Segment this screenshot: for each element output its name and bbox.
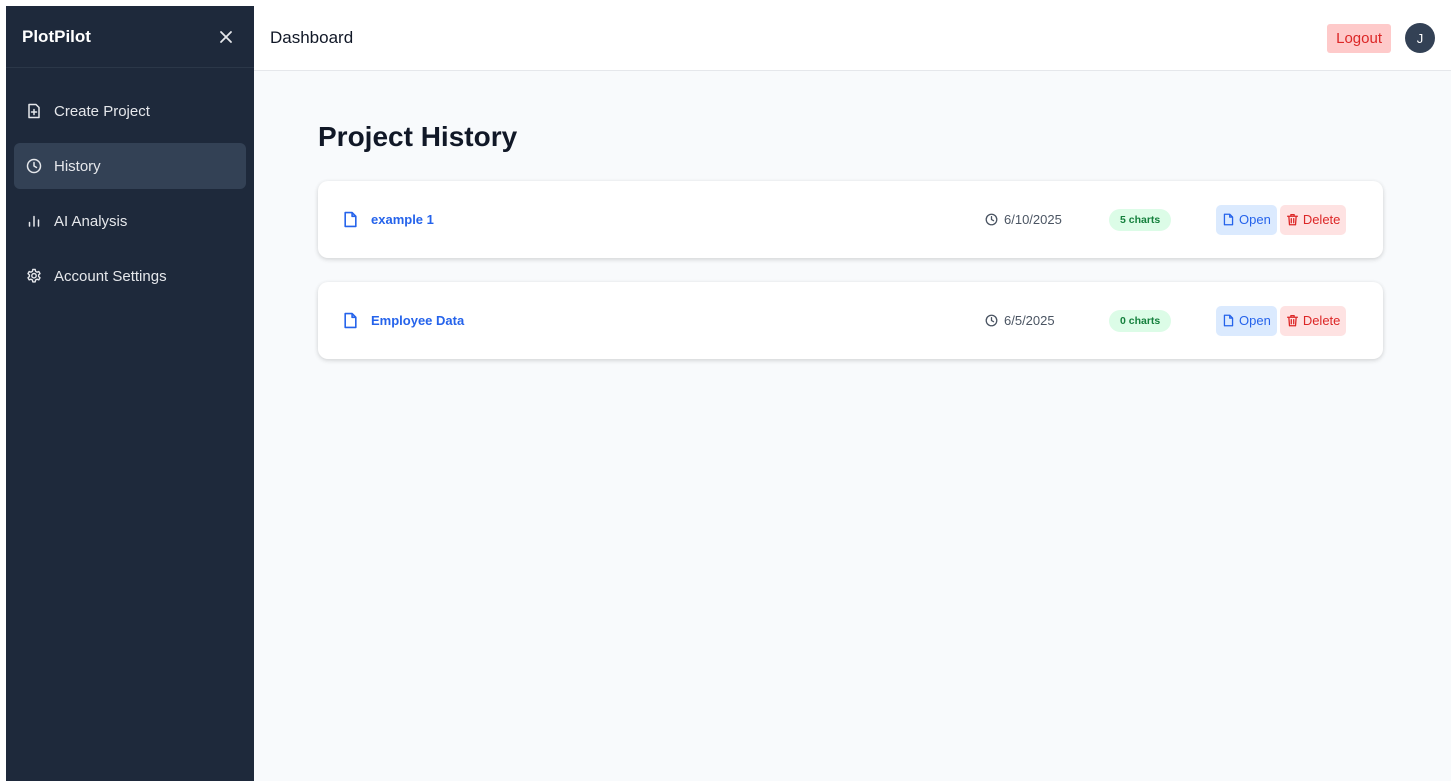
project-date-text: 6/5/2025 [1004,313,1055,328]
close-icon[interactable] [216,27,236,47]
file-icon [1223,314,1234,327]
sidebar-item-create-project[interactable]: Create Project [14,88,246,134]
file-plus-icon [28,103,40,119]
main-area: Dashboard Logout J Project History examp… [254,6,1451,781]
sidebar-item-label: AI Analysis [54,212,128,230]
project-list: example 1 6/10/2025 5 charts Open Delete… [318,181,1383,359]
project-date: 6/10/2025 [985,212,1062,227]
clock-icon [985,314,998,327]
project-name-link[interactable]: example 1 [342,211,434,228]
sidebar-item-ai-analysis[interactable]: AI Analysis [14,198,246,244]
charts-count-badge: 5 charts [1109,208,1172,231]
sidebar-header: PlotPilot [6,6,254,68]
trash-icon [1286,314,1298,327]
sidebar-nav: Create Project History AI Analysis Accou… [6,68,254,299]
project-card: Employee Data 6/5/2025 0 charts Open Del… [318,282,1383,359]
sidebar-item-label: History [54,157,101,175]
project-name: Employee Data [371,313,465,328]
project-name: example 1 [371,212,434,227]
project-date-text: 6/10/2025 [1004,212,1062,227]
sidebar-item-account-settings[interactable]: Account Settings [14,253,246,299]
avatar[interactable]: J [1405,23,1435,53]
page-header-title: Dashboard [270,28,354,47]
top-bar-actions: Logout J [1327,23,1435,53]
file-icon [1223,213,1234,226]
top-bar: Dashboard Logout J [254,6,1451,71]
trash-icon [1286,213,1298,226]
sidebar-item-label: Account Settings [54,267,167,285]
bar-chart-icon [28,215,40,227]
open-button[interactable]: Open [1216,305,1277,336]
sidebar-item-history[interactable]: History [14,143,246,189]
project-card: example 1 6/10/2025 5 charts Open Delete [318,181,1383,258]
project-actions: Open Delete [1216,305,1347,336]
project-name-link[interactable]: Employee Data [342,312,464,329]
file-icon [344,211,357,228]
clock-icon [26,158,42,174]
open-button[interactable]: Open [1216,204,1277,235]
project-date: 6/5/2025 [985,313,1055,328]
clock-icon [985,213,998,226]
delete-button[interactable]: Delete [1279,305,1347,336]
sidebar-item-label: Create Project [54,102,150,120]
delete-button-label: Delete [1302,212,1341,227]
file-icon [344,312,357,329]
open-button-label: Open [1239,212,1271,227]
content: Project History example 1 6/10/2025 5 ch… [254,71,1451,359]
gear-icon [27,268,41,283]
logout-button[interactable]: Logout [1327,23,1391,53]
delete-button-label: Delete [1302,313,1341,328]
charts-count-badge: 0 charts [1109,309,1172,332]
project-actions: Open Delete [1216,204,1347,235]
sidebar: PlotPilot Create Project History AI Anal… [6,6,254,781]
open-button-label: Open [1239,313,1271,328]
brand-name: PlotPilot [22,26,91,46]
page-title: Project History [318,121,518,152]
delete-button[interactable]: Delete [1279,204,1347,235]
app-frame: PlotPilot Create Project History AI Anal… [6,6,1451,781]
